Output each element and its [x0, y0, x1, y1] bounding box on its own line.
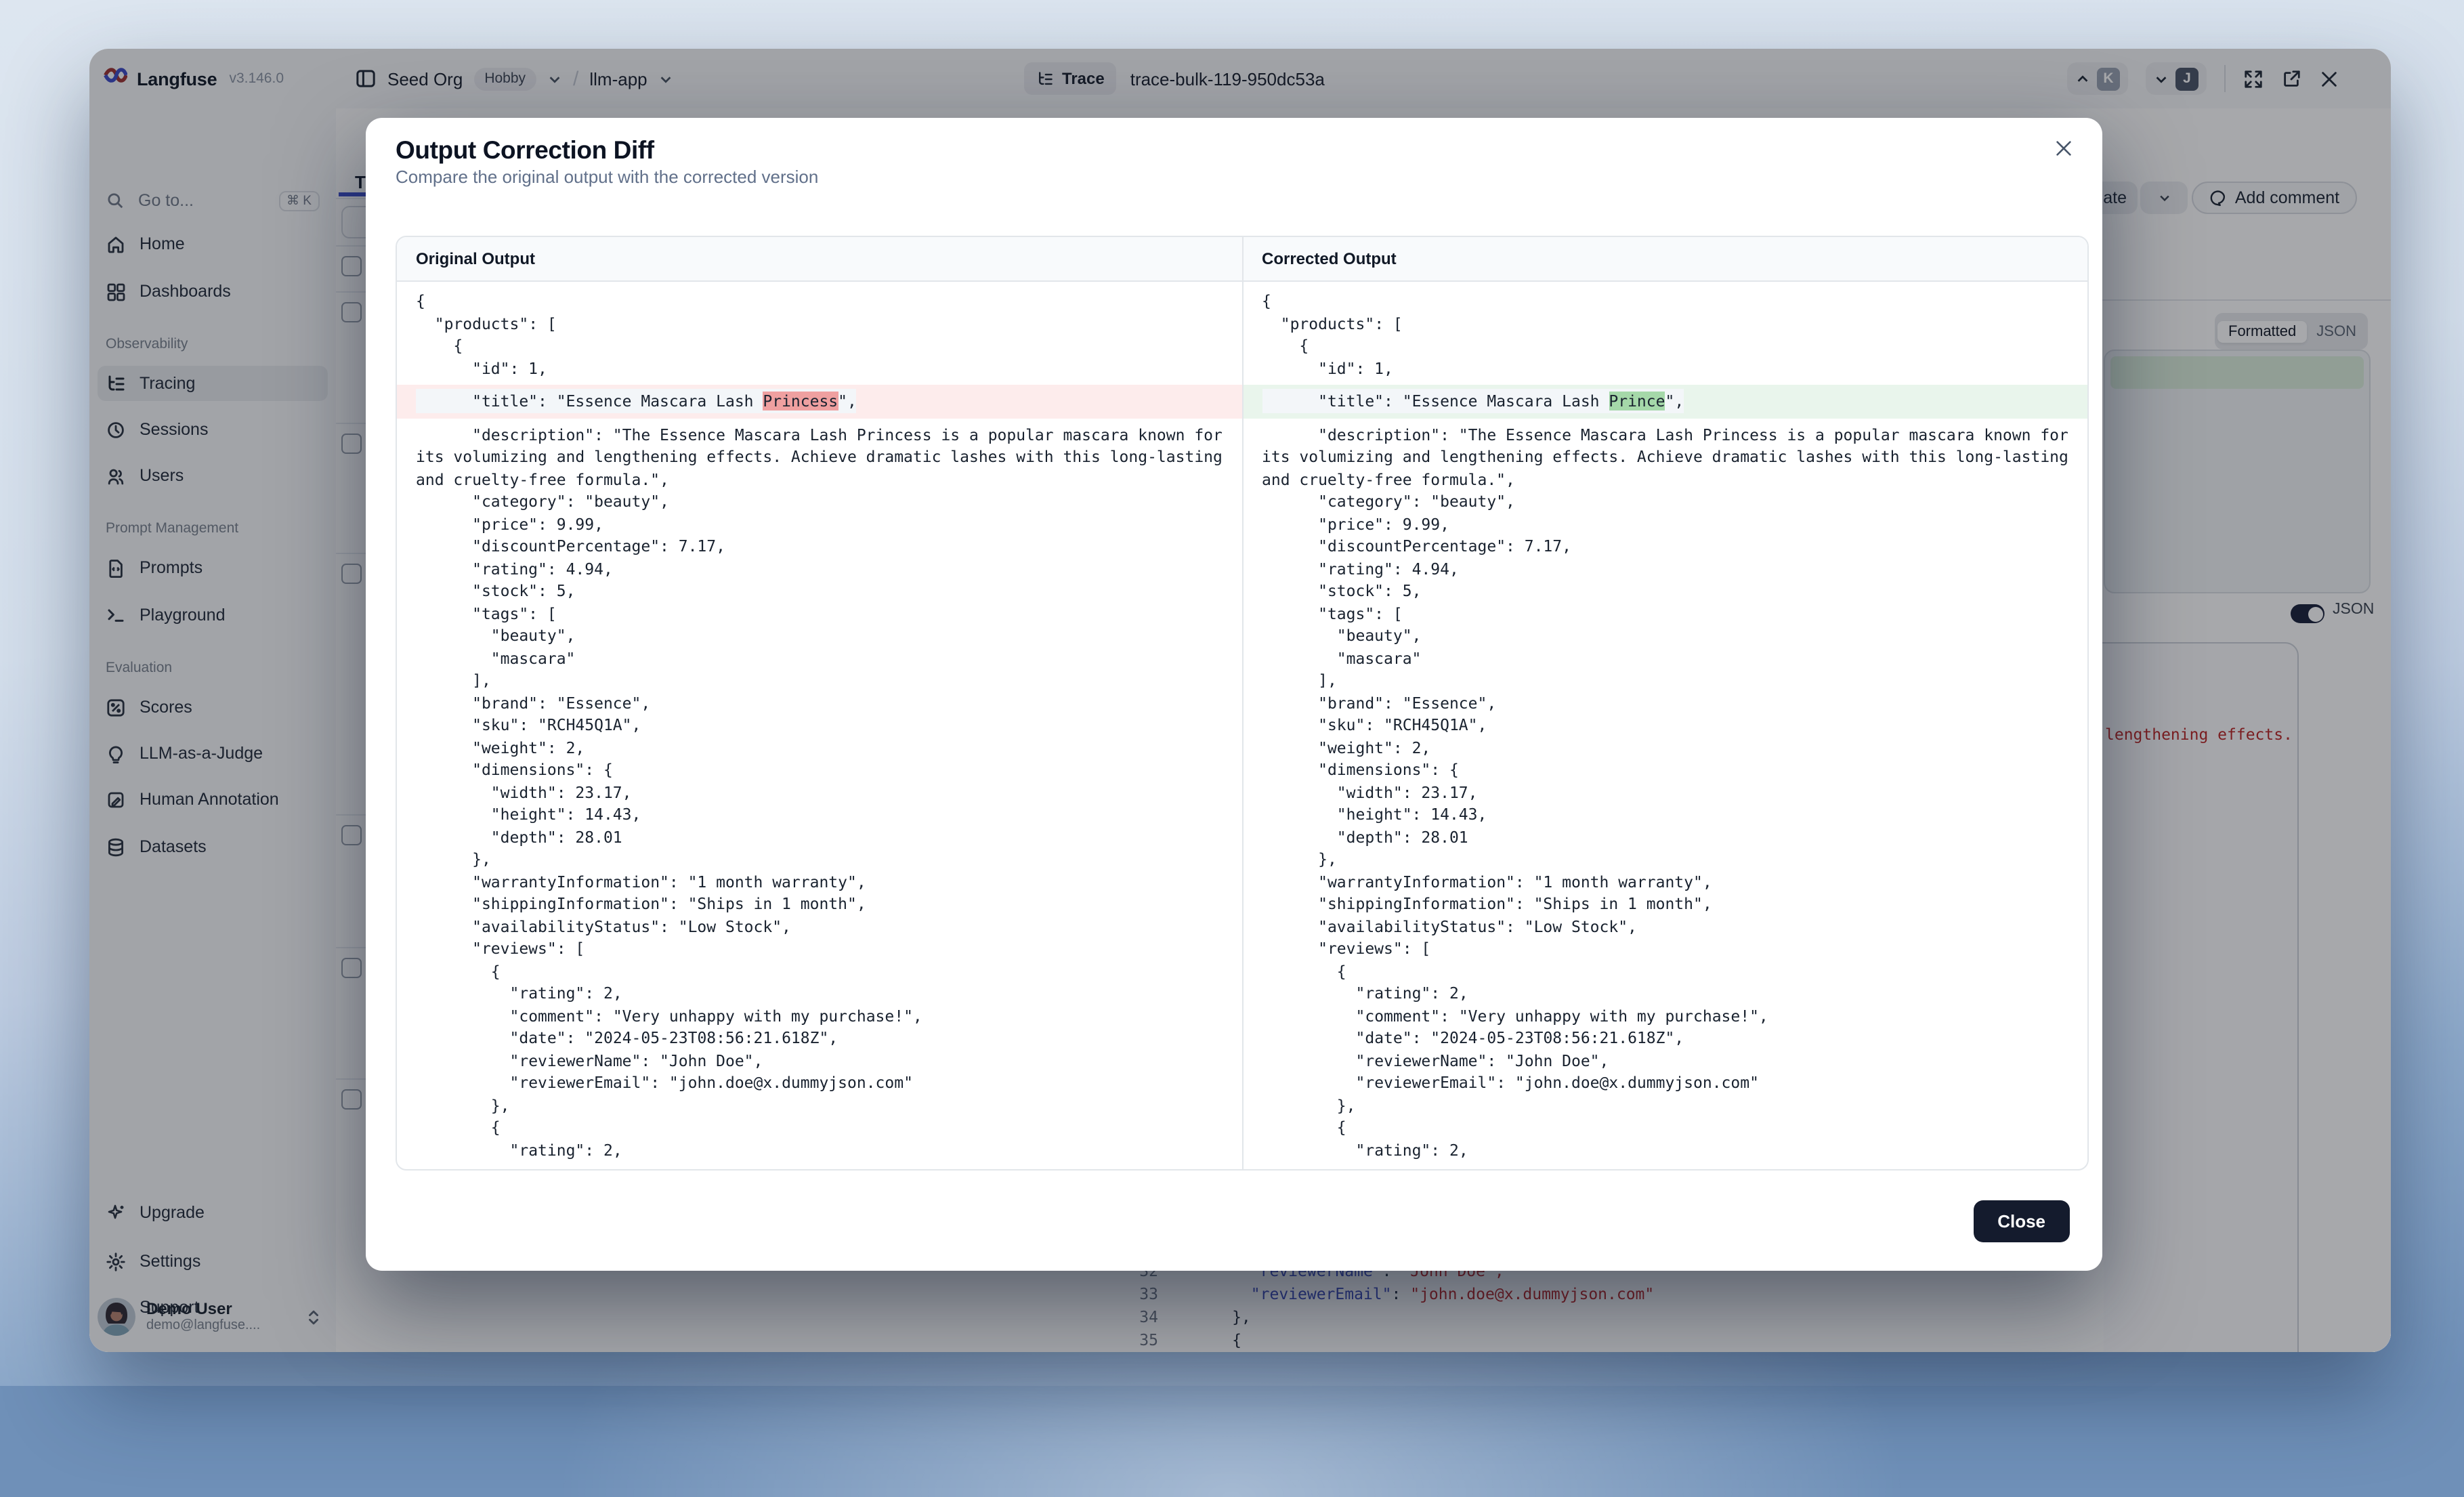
dialog-subtitle: Compare the original output with the cor… [396, 167, 818, 187]
close-button[interactable]: Close [1973, 1200, 2070, 1242]
original-output-panel: { "products": [ { "id": 1, "title": "Ess… [397, 282, 1241, 1169]
dialog-title: Output Correction Diff [396, 135, 654, 165]
diff-panels: Original Output Corrected Output { "prod… [396, 236, 2089, 1171]
output-correction-diff-dialog: Output Correction Diff Compare the origi… [366, 118, 2102, 1271]
screen: Langfuse v3.146.0 Seed Org Hobby / llm-a… [0, 0, 2464, 1386]
corrected-output-header: Corrected Output [1241, 237, 2087, 280]
corrected-output-panel: { "products": [ { "id": 1, "title": "Ess… [1241, 282, 2087, 1169]
corrected-json: { "products": [ { "id": 1, "title": "Ess… [1243, 282, 2087, 1169]
close-icon [2053, 138, 2073, 159]
original-output-header: Original Output [397, 237, 1241, 280]
original-json: { "products": [ { "id": 1, "title": "Ess… [397, 282, 1241, 1169]
dialog-close-icon-button[interactable] [2051, 138, 2075, 163]
